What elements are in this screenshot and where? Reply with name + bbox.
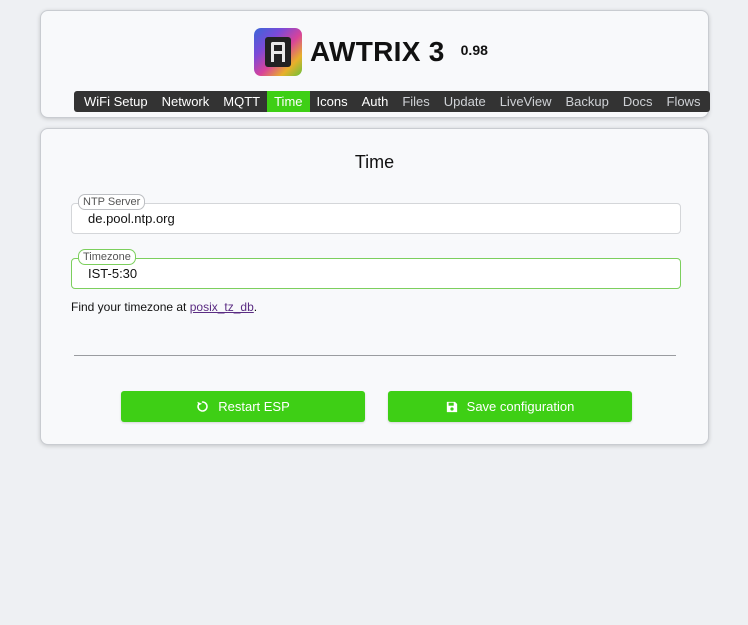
timezone-label: Timezone — [78, 249, 136, 265]
version-label: 0.98 — [460, 42, 488, 58]
timezone-field: Timezone — [71, 249, 681, 289]
awtrix-logo-icon — [254, 28, 302, 76]
nav-item-flows[interactable]: Flows — [660, 91, 708, 112]
posix-tz-db-link[interactable]: posix_tz_db — [190, 300, 254, 314]
nav-item-icons[interactable]: Icons — [310, 91, 355, 112]
page-title: Time — [354, 152, 395, 172]
save-configuration-button[interactable]: Save configuration — [388, 391, 632, 422]
timezone-hint: Find your timezone at posix_tz_db. — [71, 300, 257, 314]
nav-item-auth[interactable]: Auth — [355, 91, 396, 112]
nav-item-docs[interactable]: Docs — [616, 91, 660, 112]
nav-item-update[interactable]: Update — [437, 91, 493, 112]
nav-item-backup[interactable]: Backup — [559, 91, 616, 112]
brand: AWTRIX 3 0.98 — [254, 28, 488, 76]
nav-item-mqtt[interactable]: MQTT — [216, 91, 267, 112]
save-configuration-label: Save configuration — [466, 399, 575, 414]
divider — [74, 355, 676, 356]
nav-item-network[interactable]: Network — [155, 91, 217, 112]
nav-item-files[interactable]: Files — [395, 91, 436, 112]
timezone-input[interactable] — [72, 259, 680, 288]
time-settings-card: Time NTP Server Timezone Find your timez… — [40, 128, 709, 445]
timezone-hint-suffix: . — [253, 300, 258, 314]
timezone-hint-text: Find your timezone at — [71, 300, 190, 314]
restart-esp-button[interactable]: Restart ESP — [121, 391, 365, 422]
header-card: AWTRIX 3 0.98 WiFi Setup Network MQTT Ti… — [40, 10, 711, 118]
nav-item-liveview[interactable]: LiveView — [493, 91, 559, 112]
restart-esp-label: Restart ESP — [218, 399, 290, 414]
nav-item-time[interactable]: Time — [267, 91, 310, 112]
ntp-server-field: NTP Server — [71, 194, 681, 234]
nav-bar: WiFi Setup Network MQTT Time Icons Auth … — [74, 91, 711, 112]
nav-item-wifi-setup[interactable]: WiFi Setup — [77, 91, 155, 112]
app-title: AWTRIX 3 — [310, 36, 445, 67]
ntp-server-input[interactable] — [72, 204, 680, 233]
restart-icon — [196, 400, 209, 413]
floppy-disk-icon — [446, 401, 458, 413]
ntp-server-label: NTP Server — [78, 194, 146, 210]
